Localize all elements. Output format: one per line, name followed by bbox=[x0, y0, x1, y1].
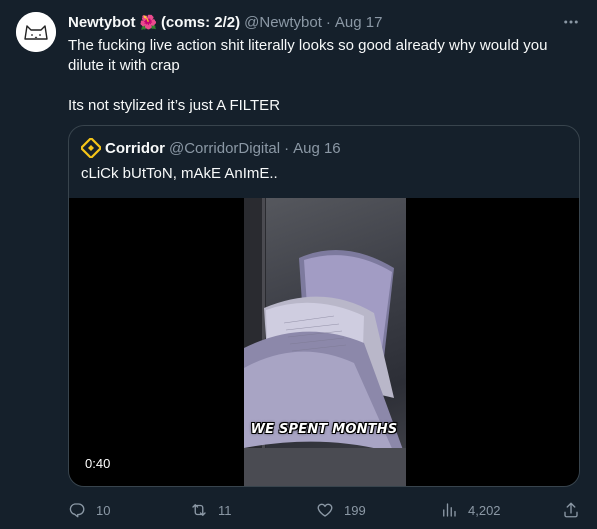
share-icon bbox=[564, 502, 578, 518]
share-button[interactable] bbox=[562, 500, 580, 520]
tweet-header: Newtybot 🌺 (coms: 2/2) @Newtybot · Aug 1… bbox=[68, 12, 581, 32]
quote-date[interactable]: Aug 16 bbox=[293, 140, 341, 157]
views-icon bbox=[443, 503, 456, 517]
reply-button[interactable]: 10 bbox=[68, 500, 110, 520]
quote-text: cLiCk bUtToN, mAkE AnImE.. bbox=[81, 165, 278, 182]
tweet[interactable]: Newtybot 🌺 (coms: 2/2) @Newtybot · Aug 1… bbox=[0, 0, 597, 529]
quoted-tweet[interactable]: Corridor @CorridorDigital · Aug 16 cLiCk… bbox=[68, 125, 580, 487]
avatar[interactable] bbox=[16, 12, 56, 52]
like-button[interactable]: 199 bbox=[316, 500, 366, 520]
video-frame bbox=[244, 198, 406, 486]
more-horizontal-icon[interactable] bbox=[561, 12, 581, 32]
retweet-count: 11 bbox=[218, 502, 232, 518]
author-name-suffix[interactable]: (coms: 2/2) bbox=[161, 14, 240, 31]
video-caption: WE SPENT MONTHS bbox=[250, 422, 398, 437]
flower-emoji: 🌺 bbox=[139, 13, 157, 30]
views-button[interactable]: 4,202 bbox=[440, 500, 501, 520]
tweet-date[interactable]: Aug 17 bbox=[335, 14, 383, 31]
header-separator: · bbox=[325, 13, 331, 31]
views-count: 4,202 bbox=[468, 502, 501, 518]
tweet-text: The fucking live action shit literally l… bbox=[68, 36, 578, 116]
avatar-image bbox=[16, 12, 56, 52]
quote-header: Corridor @CorridorDigital · Aug 16 bbox=[81, 138, 341, 158]
reply-icon bbox=[69, 503, 85, 518]
video-duration: 0:40 bbox=[81, 454, 115, 474]
action-bar: 10 11 199 4,202 bbox=[68, 500, 580, 520]
video-player[interactable]: WE SPENT MONTHS 0:40 bbox=[69, 198, 579, 486]
tweet-text-line: Its not stylized it’s just A FILTER bbox=[68, 97, 281, 114]
corridor-logo-icon bbox=[81, 138, 101, 158]
reply-count: 10 bbox=[96, 502, 111, 518]
like-count: 199 bbox=[344, 502, 366, 518]
retweet-icon bbox=[192, 504, 206, 516]
retweet-button[interactable]: 11 bbox=[190, 500, 232, 520]
quote-author-handle[interactable]: @CorridorDigital bbox=[169, 140, 280, 157]
heart-icon bbox=[317, 503, 333, 517]
tweet-text-line: The fucking live action shit literally l… bbox=[68, 37, 548, 74]
quote-author-name[interactable]: Corridor bbox=[105, 140, 165, 157]
author-handle[interactable]: @Newtybot bbox=[244, 14, 322, 31]
quote-separator: · bbox=[284, 139, 290, 157]
author-name[interactable]: Newtybot bbox=[68, 14, 136, 31]
